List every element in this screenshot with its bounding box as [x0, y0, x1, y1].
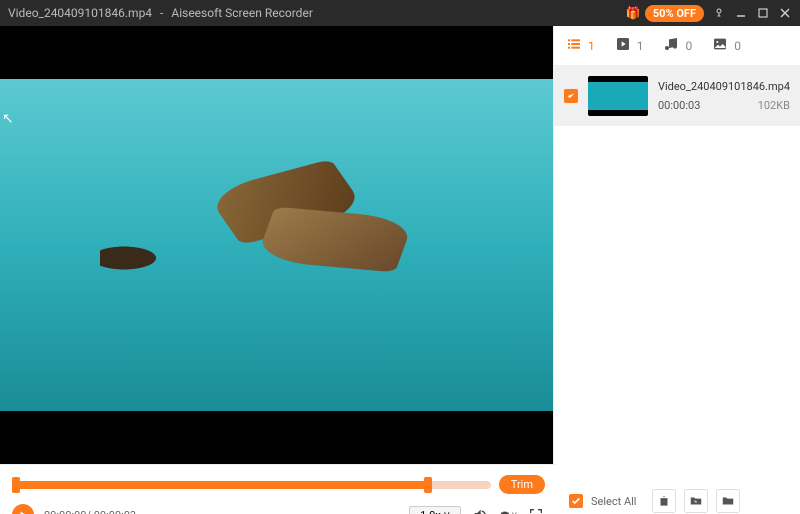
item-checkbox[interactable]	[564, 89, 578, 103]
media-tabs: 1 1 0 0	[554, 26, 800, 66]
music-icon	[663, 36, 679, 55]
preview-content	[0, 79, 553, 412]
select-all-label: Select All	[591, 495, 636, 508]
select-all-checkbox[interactable]	[569, 494, 583, 508]
chevron-down-icon: ˅	[444, 509, 450, 514]
snapshot-button[interactable]: ˅	[499, 506, 517, 514]
tab-image-count: 0	[734, 39, 741, 53]
minimize-button[interactable]	[734, 6, 748, 20]
volume-button[interactable]	[471, 506, 489, 514]
media-sidebar: 1 1 0 0 Video_240409101846.mp4	[553, 26, 800, 464]
folder-button[interactable]	[716, 489, 740, 513]
gift-icon: 🎁	[626, 6, 641, 20]
media-list: Video_240409101846.mp4 00:00:03 102KB	[554, 66, 800, 464]
trim-button[interactable]: Trim	[499, 475, 545, 494]
title-separator: -	[160, 6, 163, 20]
tab-audio[interactable]: 0	[663, 36, 692, 55]
chevron-down-icon: ˅	[512, 510, 517, 514]
open-folder-button[interactable]	[684, 489, 708, 513]
unlock-icon[interactable]	[712, 6, 726, 20]
speed-selector[interactable]: 1.0x ˅	[409, 506, 461, 514]
media-name: Video_240409101846.mp4	[658, 80, 790, 93]
maximize-button[interactable]	[756, 6, 770, 20]
play-button[interactable]	[12, 504, 34, 514]
play-square-icon	[615, 36, 631, 55]
media-thumbnail	[588, 76, 648, 116]
media-item[interactable]: Video_240409101846.mp4 00:00:03 102KB	[554, 66, 800, 126]
title-filename: Video_240409101846.mp4	[8, 6, 152, 20]
video-preview[interactable]: ↖	[0, 26, 553, 464]
timeline-slider[interactable]	[12, 481, 491, 489]
image-icon	[712, 36, 728, 55]
promo-badge: 50% OFF	[645, 5, 704, 22]
title-appname: Aiseesoft Screen Recorder	[171, 6, 313, 20]
tab-list[interactable]: 1	[566, 36, 595, 55]
delete-button[interactable]	[652, 489, 676, 513]
cursor-icon: ↖	[2, 111, 14, 127]
tab-video-count: 1	[637, 39, 644, 53]
media-duration: 00:00:03	[658, 99, 700, 112]
promo-button[interactable]: 🎁 50% OFF	[626, 5, 704, 22]
tab-image[interactable]: 0	[712, 36, 741, 55]
time-display: 00:00:00/ 00:00:03	[44, 509, 136, 514]
media-size: 102KB	[758, 99, 790, 112]
tab-audio-count: 0	[685, 39, 692, 53]
tab-video[interactable]: 1	[615, 36, 644, 55]
tab-list-count: 1	[588, 39, 595, 53]
fullscreen-button[interactable]	[527, 506, 545, 514]
titlebar: Video_240409101846.mp4 - Aiseesoft Scree…	[0, 0, 800, 26]
close-button[interactable]	[778, 6, 792, 20]
list-icon	[566, 36, 582, 55]
